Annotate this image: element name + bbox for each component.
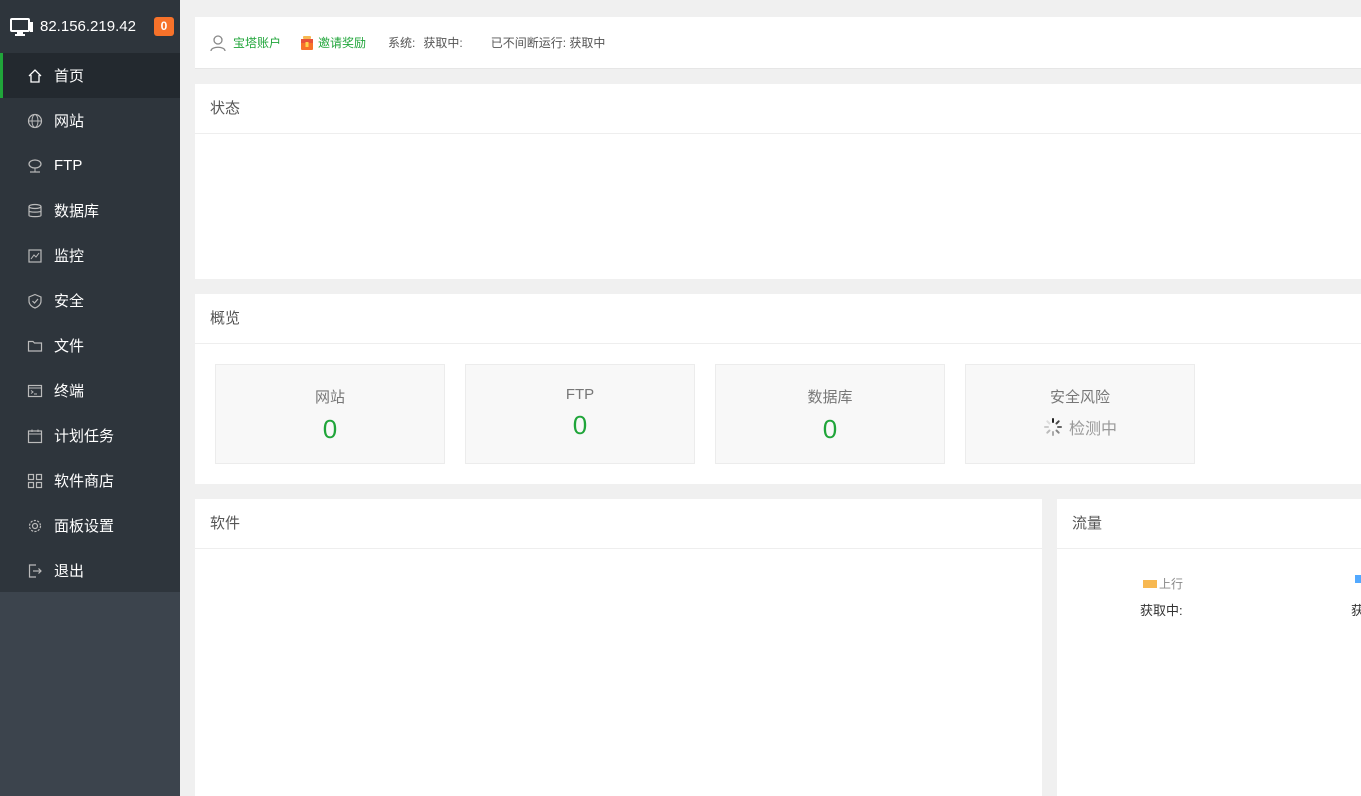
card-value: 0 [822, 414, 838, 444]
sidebar-item-label: 网站 [54, 113, 85, 130]
security-risk-card[interactable]: 安全风险 检测中 [965, 364, 1195, 464]
folder-icon [26, 337, 44, 355]
sidebar-item-settings[interactable]: 面板设置 [0, 503, 180, 548]
sidebar-item-label: 安全 [54, 293, 85, 310]
server-ip: 82.156.219.42 [40, 18, 136, 35]
upload-legend: 上行 [1143, 575, 1183, 592]
sidebar-item-label: 计划任务 [54, 428, 115, 445]
sidebar-item-security[interactable]: 安全 [0, 278, 180, 323]
monitor-icon [10, 17, 33, 36]
server-header: 82.156.219.42 0 [0, 0, 180, 53]
card-title: 安全风险 [1049, 389, 1110, 406]
sidebar-item-website[interactable]: 网站 [0, 98, 180, 143]
calendar-icon [26, 427, 44, 445]
gear-icon [26, 517, 44, 535]
risk-status: 检测中 [1043, 415, 1117, 439]
site-count-card[interactable]: 网站 0 [215, 364, 445, 464]
user-icon [210, 34, 226, 51]
sidebar-item-label: 软件商店 [54, 473, 115, 490]
card-title: 网站 [314, 389, 345, 406]
status-panel: 状态 [195, 84, 1361, 279]
software-panel-title: 软件 [195, 499, 1042, 549]
monitor-chart-icon [26, 247, 44, 265]
download-legend [1355, 575, 1361, 583]
ftp-count-card[interactable]: FTP 0 [465, 364, 695, 464]
card-value: 0 [572, 410, 588, 440]
sidebar-item-cron[interactable]: 计划任务 [0, 413, 180, 458]
overview-panel: 概览 网站 0 FTP 0 数据库 0 安全风险 检测中 [195, 294, 1361, 484]
invite-link[interactable]: 邀请奖励 [318, 34, 366, 51]
sidebar-item-home[interactable]: 首页 [0, 53, 180, 98]
upload-label: 上行 [1159, 577, 1184, 591]
loading-spinner-icon [1043, 418, 1062, 436]
sidebar-item-label: 终端 [54, 383, 85, 400]
terminal-icon [26, 382, 44, 400]
sidebar-item-monitor[interactable]: 监控 [0, 233, 180, 278]
top-info-bar: 宝塔账户 邀请奖励 系统: 获取中: 已不间断运行: 获取中 [195, 17, 1361, 69]
sidebar-item-database[interactable]: 数据库 [0, 188, 180, 233]
sidebar-item-terminal[interactable]: 终端 [0, 368, 180, 413]
sidebar-item-label: FTP [54, 157, 83, 174]
uptime-text: 已不间断运行: 获取中 [490, 36, 606, 50]
sidebar-item-ftp[interactable]: FTP [0, 143, 180, 188]
sidebar: 82.156.219.42 0 首页 网站 FTP 数据库 监控 安全 文件 终… [0, 0, 180, 796]
risk-status-text: 检测中 [1068, 421, 1117, 438]
sidebar-item-files[interactable]: 文件 [0, 323, 180, 368]
sidebar-item-store[interactable]: 软件商店 [0, 458, 180, 503]
software-panel: 软件 [195, 499, 1042, 796]
card-value: 0 [322, 414, 338, 444]
logout-icon [26, 562, 44, 580]
sidebar-item-label: 面板设置 [54, 518, 115, 535]
sidebar-item-label: 退出 [54, 563, 85, 580]
globe-icon [26, 112, 44, 130]
sidebar-item-label: 监控 [54, 248, 85, 265]
sidebar-item-label: 首页 [54, 68, 85, 85]
traffic-panel-title: 流量 [1057, 499, 1361, 549]
apps-grid-icon [26, 472, 44, 490]
system-label: 系统: [388, 36, 416, 50]
download-value: 获 [1351, 603, 1361, 618]
home-icon [26, 67, 44, 85]
sidebar-item-label: 数据库 [54, 203, 100, 220]
database-icon [26, 202, 44, 220]
overview-panel-title: 概览 [195, 294, 1361, 344]
card-title: 数据库 [807, 389, 853, 406]
system-value: 获取中: [423, 36, 463, 50]
sidebar-item-label: 文件 [54, 338, 85, 355]
sidebar-menu: 首页 网站 FTP 数据库 监控 安全 文件 终端 计划任务 软件商店 面板设置… [0, 53, 180, 592]
account-link[interactable]: 宝塔账户 [233, 34, 281, 51]
upload-value: 获取中: [1140, 603, 1183, 618]
upload-swatch [1143, 579, 1157, 588]
overview-cards: 网站 0 FTP 0 数据库 0 安全风险 检测中 [215, 364, 1215, 464]
card-title: FTP [565, 386, 595, 403]
shield-icon [26, 292, 44, 310]
ftp-icon [26, 157, 44, 175]
traffic-panel: 流量 上行 获取中: 获 [1057, 499, 1361, 796]
database-count-card[interactable]: 数据库 0 [715, 364, 945, 464]
status-panel-title: 状态 [195, 84, 1361, 134]
notification-badge[interactable]: 0 [154, 17, 174, 36]
gift-icon [301, 35, 314, 50]
download-swatch [1355, 575, 1361, 583]
sidebar-item-logout[interactable]: 退出 [0, 548, 180, 593]
